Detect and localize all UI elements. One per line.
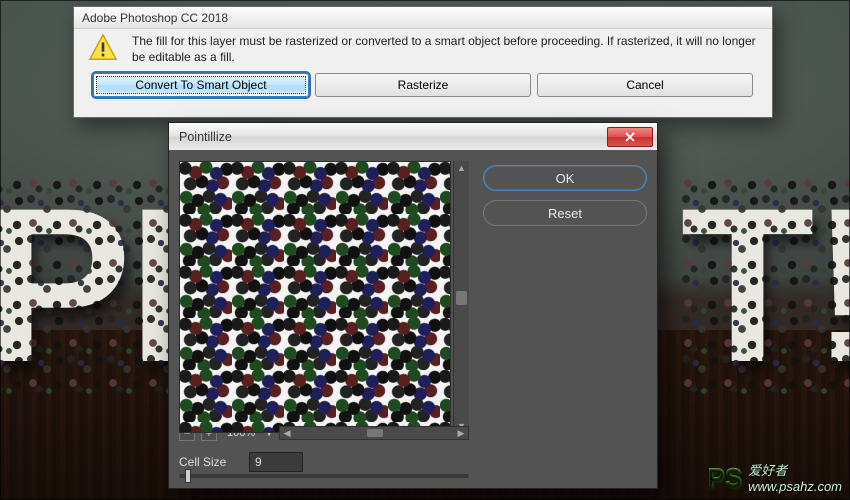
background-3d-text-left: PI xyxy=(0,175,185,395)
cell-size-slider[interactable] xyxy=(179,474,469,478)
scroll-right-icon[interactable]: ▶ xyxy=(454,427,468,439)
ok-button[interactable]: OK xyxy=(483,165,647,191)
watermark-logo: PS xyxy=(707,462,742,493)
preview-dot-pattern xyxy=(180,162,450,432)
preview-vertical-scrollbar[interactable]: ▲ ▼ xyxy=(453,161,469,433)
scroll-left-icon[interactable]: ◀ xyxy=(280,427,294,439)
pointillize-filter-dialog: Pointillize ▲ ▼ − + 100% xyxy=(168,122,658,489)
rasterize-button[interactable]: Rasterize xyxy=(315,73,531,97)
dialog-title: Adobe Photoshop CC 2018 xyxy=(82,11,228,25)
cell-size-label: Cell Size xyxy=(179,455,239,469)
close-icon xyxy=(624,131,636,143)
scroll-thumb[interactable] xyxy=(456,291,467,305)
close-button[interactable] xyxy=(607,127,653,147)
reset-button[interactable]: Reset xyxy=(483,200,647,226)
warning-icon xyxy=(88,33,118,63)
watermark-url: www.psahz.com xyxy=(748,479,842,494)
watermark: PS 爱好者 www.psahz.com xyxy=(707,460,842,494)
filter-title: Pointillize xyxy=(179,130,232,144)
convert-to-smart-object-button[interactable]: Convert To Smart Object xyxy=(93,73,309,97)
dialog-title-bar[interactable]: Adobe Photoshop CC 2018 xyxy=(74,7,772,29)
cancel-button[interactable]: Cancel xyxy=(537,73,753,97)
filter-preview[interactable] xyxy=(179,161,451,433)
scroll-up-icon[interactable]: ▲ xyxy=(454,161,469,175)
preview-horizontal-scrollbar[interactable]: ◀ ▶ xyxy=(279,426,469,440)
cell-size-field[interactable] xyxy=(249,452,303,472)
background-3d-text-right: T! xyxy=(680,175,850,395)
filter-title-bar[interactable]: Pointillize xyxy=(169,123,657,151)
watermark-label: 爱好者 xyxy=(748,463,787,478)
slider-handle[interactable] xyxy=(185,469,191,483)
dialog-message: The fill for this layer must be rasteriz… xyxy=(132,33,758,65)
hscroll-thumb[interactable] xyxy=(367,429,383,437)
rasterize-warning-dialog: Adobe Photoshop CC 2018 The fill for thi… xyxy=(73,6,773,118)
